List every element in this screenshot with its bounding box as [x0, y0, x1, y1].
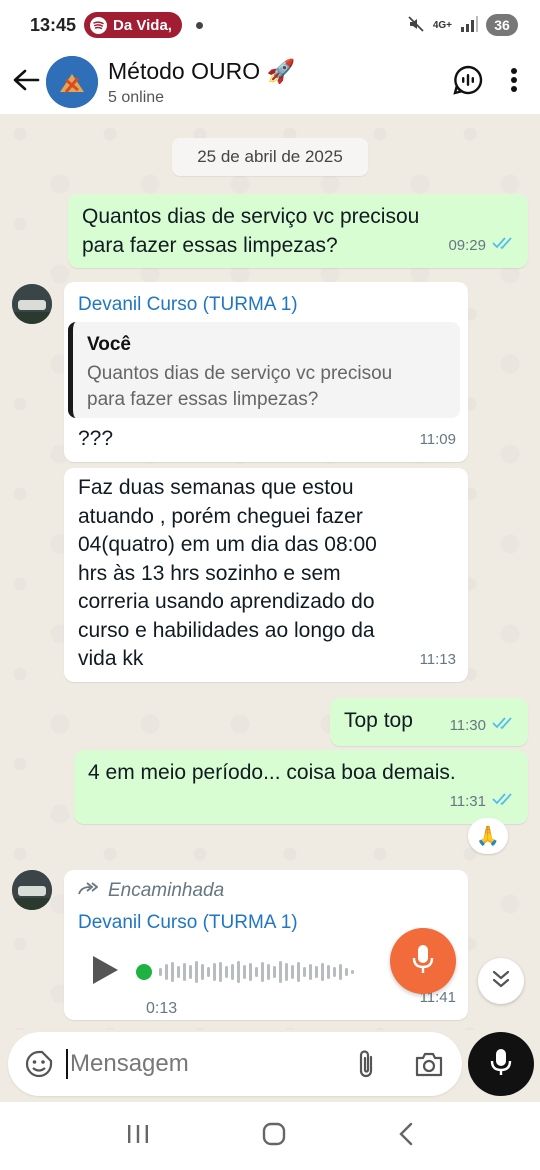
emoji-sticker-icon[interactable]: [24, 1049, 54, 1079]
message-time: 11:13: [419, 651, 456, 668]
forward-icon: [78, 876, 99, 905]
message-line: Quantos dias de serviço vc precisou: [82, 205, 420, 228]
quote-text: Quantos dias de serviço vc precisou para…: [87, 361, 446, 413]
play-icon: [90, 956, 120, 991]
double-check-icon: [492, 231, 516, 260]
quote-line: Quantos dias de serviço vc precisou: [87, 363, 393, 384]
waveform-bars: [159, 961, 354, 983]
incoming-message[interactable]: Devanil Curso (TURMA 1) Você Quantos dia…: [64, 282, 468, 462]
message-line: hrs às 13 hrs sozinho e sem: [78, 561, 341, 585]
message-line: Faz duas semanas que estou: [78, 476, 354, 499]
chevrons-down-icon: [491, 969, 511, 994]
scroll-to-bottom-button[interactable]: [478, 958, 524, 1004]
message-line: 04(quatro) em um dia das 08:00: [78, 533, 377, 556]
message-line: vida kk: [78, 647, 144, 670]
more-options-icon[interactable]: [510, 67, 518, 98]
message-time: 11:30: [449, 717, 486, 734]
double-check-icon: [492, 787, 516, 816]
message-meta: 11:30: [450, 711, 516, 740]
date-chip: 25 de abril de 2025: [172, 138, 368, 176]
notification-dot: [195, 21, 203, 29]
group-avatar[interactable]: [46, 56, 98, 108]
message-meta: 11:13: [420, 645, 456, 674]
play-button[interactable]: [90, 954, 120, 994]
nav-recents-icon[interactable]: [126, 1123, 150, 1150]
status-time: 13:45: [30, 14, 77, 35]
camera-icon[interactable]: [414, 1051, 444, 1077]
message-time: 09:29: [448, 237, 486, 254]
battery-indicator: 36: [486, 14, 518, 36]
chat-area[interactable]: 25 de abril de 2025 Quantos dias de serv…: [0, 114, 540, 1030]
outgoing-message[interactable]: Quantos dias de serviço vc precisou para…: [68, 194, 528, 268]
online-count: 5 online: [108, 88, 165, 106]
message-meta: 09:29: [448, 231, 516, 260]
voice-waveform[interactable]: [136, 958, 362, 986]
signal-icon: [460, 15, 478, 35]
message-text: Top top: [344, 709, 413, 732]
double-check-icon: [492, 711, 516, 740]
spotify-track-label: Da Vida,: [113, 16, 172, 34]
microphone-icon: [411, 943, 435, 980]
attach-icon[interactable]: [354, 1048, 378, 1080]
nav-back-icon[interactable]: [398, 1122, 414, 1151]
message-line: para fazer essas limpezas?: [82, 234, 338, 257]
forwarded-label: Encaminhada: [108, 880, 225, 901]
message-line: correria usando aprendizado do: [78, 590, 375, 613]
system-nav-bar: [0, 1102, 540, 1170]
status-right-group: 4G+ 36: [407, 14, 518, 36]
network-type-label: 4G+: [432, 19, 452, 31]
microphone-icon: [490, 1047, 512, 1082]
outgoing-message[interactable]: Top top 11:30: [330, 698, 528, 746]
message-reaction[interactable]: 🙏: [468, 818, 508, 854]
group-title: Método OURO 🚀: [108, 57, 296, 84]
voice-message-button[interactable]: [468, 1032, 534, 1096]
spotify-now-playing-chip[interactable]: Da Vida,: [84, 12, 182, 38]
quote-line: para fazer essas limpezas?: [87, 389, 319, 410]
message-composer: [8, 1032, 462, 1096]
message-meta: 11:09: [420, 425, 456, 454]
voice-chat-icon[interactable]: [452, 64, 484, 101]
voice-duration: 0:13: [146, 1000, 178, 1017]
message-line: atuando , porém cheguei fazer: [78, 504, 363, 528]
incoming-message[interactable]: Faz duas semanas que estou atuando , por…: [64, 468, 468, 682]
back-arrow-icon: [12, 68, 40, 97]
outgoing-message[interactable]: 4 em meio período... coisa boa demais. 1…: [74, 750, 528, 824]
status-bar: 13:45 Da Vida, 4G+ 36: [0, 0, 540, 50]
message-text: 4 em meio período... coisa boa demais.: [88, 761, 456, 784]
message-time: 11:31: [449, 793, 486, 810]
back-button[interactable]: [6, 62, 46, 102]
spotify-icon: [90, 16, 108, 34]
voice-record-button[interactable]: [390, 928, 456, 994]
message-text: ???: [78, 427, 114, 450]
sender-name[interactable]: Devanil Curso (TURMA 1): [78, 908, 298, 937]
header-text[interactable]: Método OURO 🚀 5 online: [108, 58, 295, 107]
sender-name[interactable]: Devanil Curso (TURMA 1): [78, 290, 298, 319]
waveform-progress-dot[interactable]: [136, 964, 152, 980]
message-input[interactable]: [70, 1050, 340, 1078]
chat-header: Método OURO 🚀 5 online: [0, 50, 540, 114]
nav-home-icon[interactable]: [262, 1122, 286, 1151]
sender-avatar[interactable]: [12, 284, 52, 324]
mute-icon: [407, 15, 425, 36]
quoted-message[interactable]: Você Quantos dias de serviço vc precisou…: [68, 322, 460, 418]
message-time: 11:09: [419, 431, 456, 448]
quote-author: Você: [87, 334, 132, 355]
forwarded-row: Encaminhada: [78, 876, 224, 905]
sender-avatar[interactable]: [12, 870, 52, 910]
message-line: curso e habilidades ao longo da: [78, 618, 375, 642]
header-actions: [452, 64, 518, 101]
text-cursor: [66, 1049, 68, 1079]
message-meta: 11:31: [450, 787, 516, 816]
